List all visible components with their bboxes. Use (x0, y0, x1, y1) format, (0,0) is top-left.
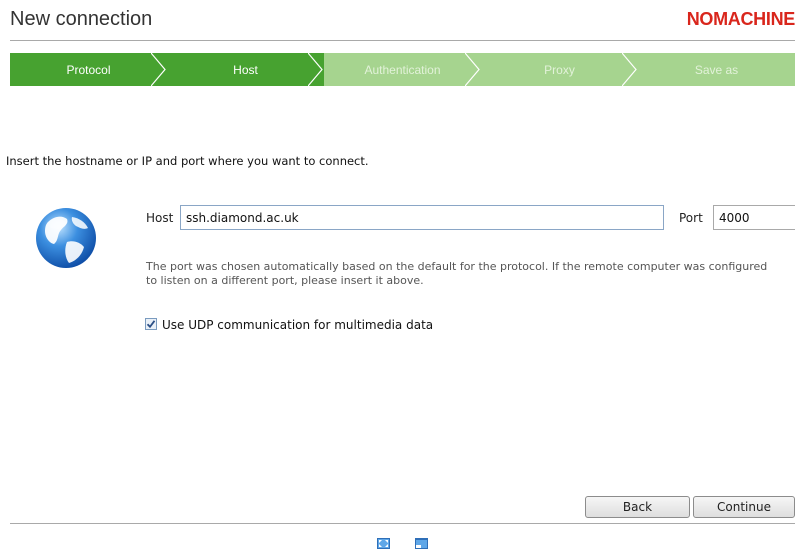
continue-button[interactable]: Continue (693, 496, 795, 518)
udp-checkbox-label[interactable]: Use UDP communication for multimedia dat… (162, 318, 433, 332)
udp-checkbox[interactable] (145, 318, 157, 330)
header-divider (10, 40, 795, 41)
step-save-as: Save as (638, 53, 795, 86)
checkmark-icon (146, 320, 156, 329)
back-button[interactable]: Back (585, 496, 690, 518)
step-separator-arrow (465, 53, 480, 86)
instruction-text: Insert the hostname or IP and port where… (6, 154, 369, 168)
globe-icon (36, 208, 96, 268)
step-authentication: Authentication (324, 53, 481, 86)
nomachine-logo: NOMACHINE (686, 9, 795, 29)
step-protocol[interactable]: Protocol (10, 53, 167, 86)
window-icon[interactable] (415, 538, 428, 549)
step-protocol-label: Protocol (66, 62, 111, 77)
footer-divider (10, 523, 795, 524)
fullscreen-icon[interactable] (377, 538, 390, 549)
window-title: New connection (10, 8, 153, 30)
step-save-as-label: Save as (694, 62, 739, 77)
step-separator-arrow (151, 53, 166, 86)
port-hint-text: The port was chosen automatically based … (146, 260, 768, 287)
host-input[interactable] (180, 205, 664, 230)
port-input[interactable] (713, 205, 795, 230)
step-authentication-label: Authentication (364, 62, 441, 77)
step-separator-arrow (308, 53, 323, 86)
step-host[interactable]: Host (167, 53, 324, 86)
step-proxy-label: Proxy (544, 62, 575, 77)
port-label: Port (679, 211, 703, 225)
host-label: Host (146, 211, 174, 225)
step-proxy: Proxy (481, 53, 638, 86)
step-separator-arrow (622, 53, 637, 86)
step-host-label: Host (233, 62, 258, 77)
wizard-steps: Protocol Host Authentication Proxy Save … (10, 53, 795, 86)
